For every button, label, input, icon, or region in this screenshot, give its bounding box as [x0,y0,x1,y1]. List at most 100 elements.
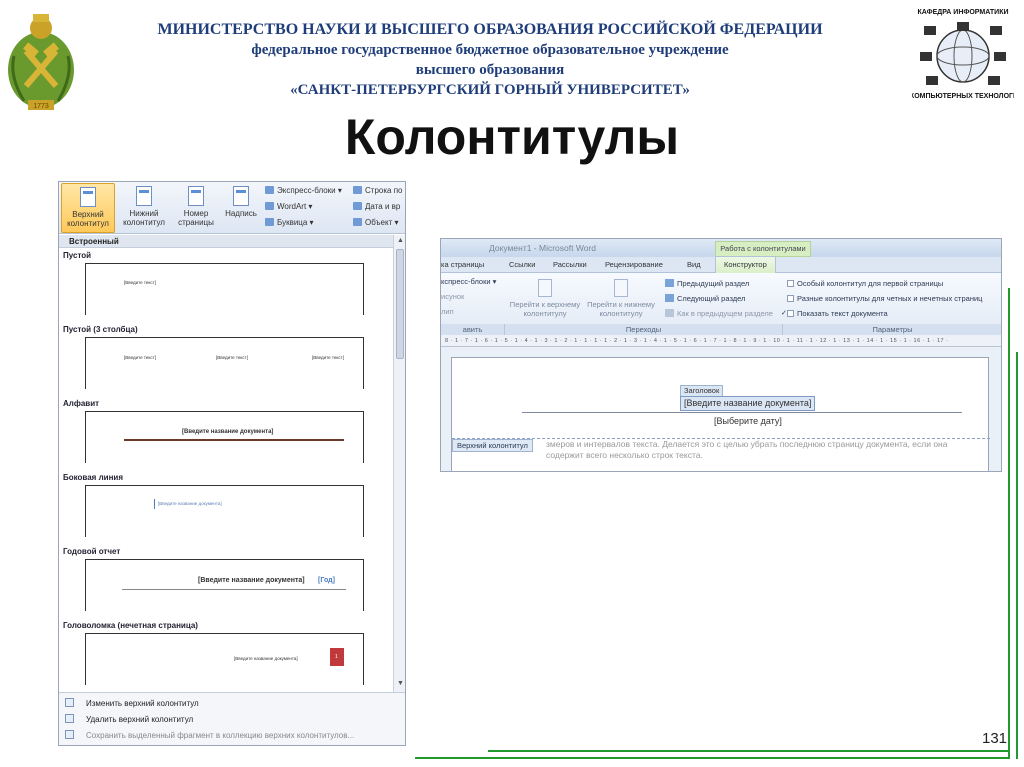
tab-mailings[interactable]: Рассылки [553,257,587,273]
gallery-item-label: Пустой (3 столбца) [63,325,138,334]
next-section-button[interactable]: Следующий раздел [665,294,745,304]
link-previous-icon [665,309,674,317]
header-design-ribbon: кспресс-блоки ▾ исунок лип Перейти к вер… [441,273,1001,335]
scroll-thumb[interactable] [396,249,404,359]
slide-page-number: 131 [982,730,1008,747]
builtin-section-header: Встроенный [59,235,393,248]
header-area-label: Верхний колонтитул [452,439,533,452]
svg-text:КАФЕДРА ИНФОРМАТИКИ: КАФЕДРА ИНФОРМАТИКИ [917,9,1008,16]
university-emblem: 1773 [4,6,78,112]
ministry-line: МИНИСТЕРСТВО НАУКИ И ВЫСШЕГО ОБРАЗОВАНИЯ… [157,21,823,38]
dept-bottom-text: И КОМПЬЮТЕРНЫХ ТЕХНОЛОГИЙ [912,91,1014,100]
date-time-icon [353,202,362,210]
date-time-button[interactable]: Дата и вр [353,201,400,213]
education-level-line: высшего образования [415,62,565,78]
word-window: Документ1 - Microsoft Word Работа с коло… [440,238,1002,472]
tab-references[interactable]: Ссылки [509,257,535,273]
word-titlebar: Документ1 - Microsoft Word Работа с коло… [441,239,1001,257]
insert-ribbon: Верхний колонтитул Нижний колонтитул Ном… [59,182,405,234]
green-bottom-line-2 [488,750,1010,752]
delete-header-icon [65,714,74,723]
footer-button[interactable]: Нижний колонтитул [117,183,171,233]
gallery-item-alphabet[interactable]: [Введите название документа] [85,411,364,463]
picture-button[interactable]: исунок [441,292,464,302]
signature-line-icon [353,186,362,194]
word-ribbon-tabs: ка страницы Ссылки Рассылки Рецензирован… [441,256,1001,274]
gallery-list: Встроенный Пустой [Введите текст] Пустой… [59,235,393,687]
header-tools-context-tab: Работа с колонтитулами [715,241,811,257]
gallery-item-puzzle-odd[interactable]: [Введите название документа] 1 [85,633,364,685]
goto-header-button[interactable]: Перейти к верхнему колонтитулу [507,279,583,318]
tab-page-layout[interactable]: ка страницы [441,257,484,273]
scroll-down-icon[interactable]: ▼ [397,680,404,687]
tab-design[interactable]: Конструктор [715,256,776,274]
delete-header-menu-item[interactable]: Удалить верхний колонтитул [65,713,193,727]
clipart-button[interactable]: лип [441,307,454,317]
edit-header-menu-item[interactable]: Изменить верхний колонтитул [65,697,199,711]
dept-top-text: КАФЕДРА ИНФОРМАТИКИ [917,9,1008,16]
checkmark-icon [787,310,794,317]
gallery-item-blank-3col[interactable]: [Введите текст] [Введите текст] [Введите… [85,337,364,389]
document-title-field[interactable]: [Введите название документа] [680,396,816,411]
edit-header-icon [65,698,74,707]
header-rule [522,412,962,413]
link-previous-button[interactable]: Как в предыдущем разделе [665,309,773,319]
university-name-line: «САНКТ-ПЕТЕРБУРГСКИЙ ГОРНЫЙ УНИВЕРСИТЕТ» [290,82,690,98]
different-odd-even-checkbox[interactable]: Разные колонтитулы для четных и нечетных… [787,294,982,304]
next-section-icon [665,294,674,302]
date-field[interactable]: [Выберите дату] [714,416,782,426]
goto-footer-button[interactable]: Перейти к нижнему колонтитулу [583,279,659,318]
prev-section-icon [665,279,674,287]
options-group-label: Параметры [783,324,1001,335]
express-blocks-button[interactable]: кспресс-блоки ▾ [441,277,496,287]
green-bottom-line-1 [415,757,1010,759]
tab-review[interactable]: Рецензирование [605,257,663,273]
page-number-icon [188,186,204,206]
footer-icon [136,186,152,206]
green-side-line-2 [1016,352,1018,759]
object-icon [353,218,362,226]
horizontal-ruler[interactable]: 8 · 1 · 7 · 1 · 6 · 1 · 5 · 1 · 4 · 1 · … [441,335,1001,347]
save-selection-menu-item[interactable]: Сохранить выделенный фрагмент в коллекци… [65,729,354,743]
gallery-item-sideline[interactable]: [Введите название документа] [85,485,364,537]
express-blocks-button[interactable]: Экспресс-блоки ▾ [265,185,342,197]
gallery-item-label: Головоломка (нечетная страница) [63,621,198,630]
textbox-icon [233,186,249,206]
document-page[interactable]: Заголовок [Введите название документа] [… [451,357,990,471]
show-document-text-checkbox[interactable]: Показать текст документа [787,309,888,319]
gallery-scrollbar[interactable]: ▲ ▼ [393,235,405,693]
wordart-icon [265,202,274,210]
goto-header-icon [538,279,552,297]
tab-view[interactable]: Вид [687,257,701,273]
page-number-button[interactable]: Номер страницы [169,183,223,233]
insert-group-label: авить [441,324,505,335]
dropcap-button[interactable]: Буквица ▾ [265,217,314,229]
different-first-page-checkbox[interactable]: Особый колонтитул для первой страницы [787,279,943,289]
institution-type-line: федеральное государственное бюджетное об… [251,42,729,58]
navigation-group-label: Переходы [505,324,783,335]
express-blocks-icon [265,186,274,194]
slide-title: Колонтитулы [344,109,680,165]
wordart-button[interactable]: WordArt ▾ [265,201,312,213]
header-icon [80,187,96,207]
signature-line-button[interactable]: Строка по [353,185,402,197]
gallery-footer-menu: Изменить верхний колонтитул Удалить верх… [59,692,405,745]
document-body-text: змеров и интервалов текста. Делается это… [546,439,948,460]
dropcap-icon [265,218,274,226]
department-logo: КАФЕДРА ИНФОРМАТИКИ И КОМПЬЮТЕРНЫХ ТЕХНО… [903,4,1023,110]
gallery-item-blank[interactable]: [Введите текст] [85,263,364,315]
header-button[interactable]: Верхний колонтитул [61,183,115,233]
gallery-item-annual-report[interactable]: [Введите название документа] [Год] [85,559,364,611]
gallery-item-label: Боковая линия [63,473,123,482]
prev-section-button[interactable]: Предыдущий раздел [665,279,749,289]
gallery-item-label: Пустой [63,251,92,260]
textbox-button[interactable]: Надпись [219,183,263,233]
save-selection-icon [65,730,74,739]
word-window-title: Документ1 - Microsoft Word [489,243,596,253]
scroll-up-icon[interactable]: ▲ [397,237,404,244]
header-gallery-dropdown: Верхний колонтитул Нижний колонтитул Ном… [58,181,406,746]
green-side-line-1 [1008,288,1010,759]
gallery-item-label: Алфавит [63,399,100,408]
object-button[interactable]: Объект ▾ [353,217,399,229]
ministry-header: МИНИСТЕРСТВО НАУКИ И ВЫСШЕГО ОБРАЗОВАНИЯ… [120,20,860,100]
